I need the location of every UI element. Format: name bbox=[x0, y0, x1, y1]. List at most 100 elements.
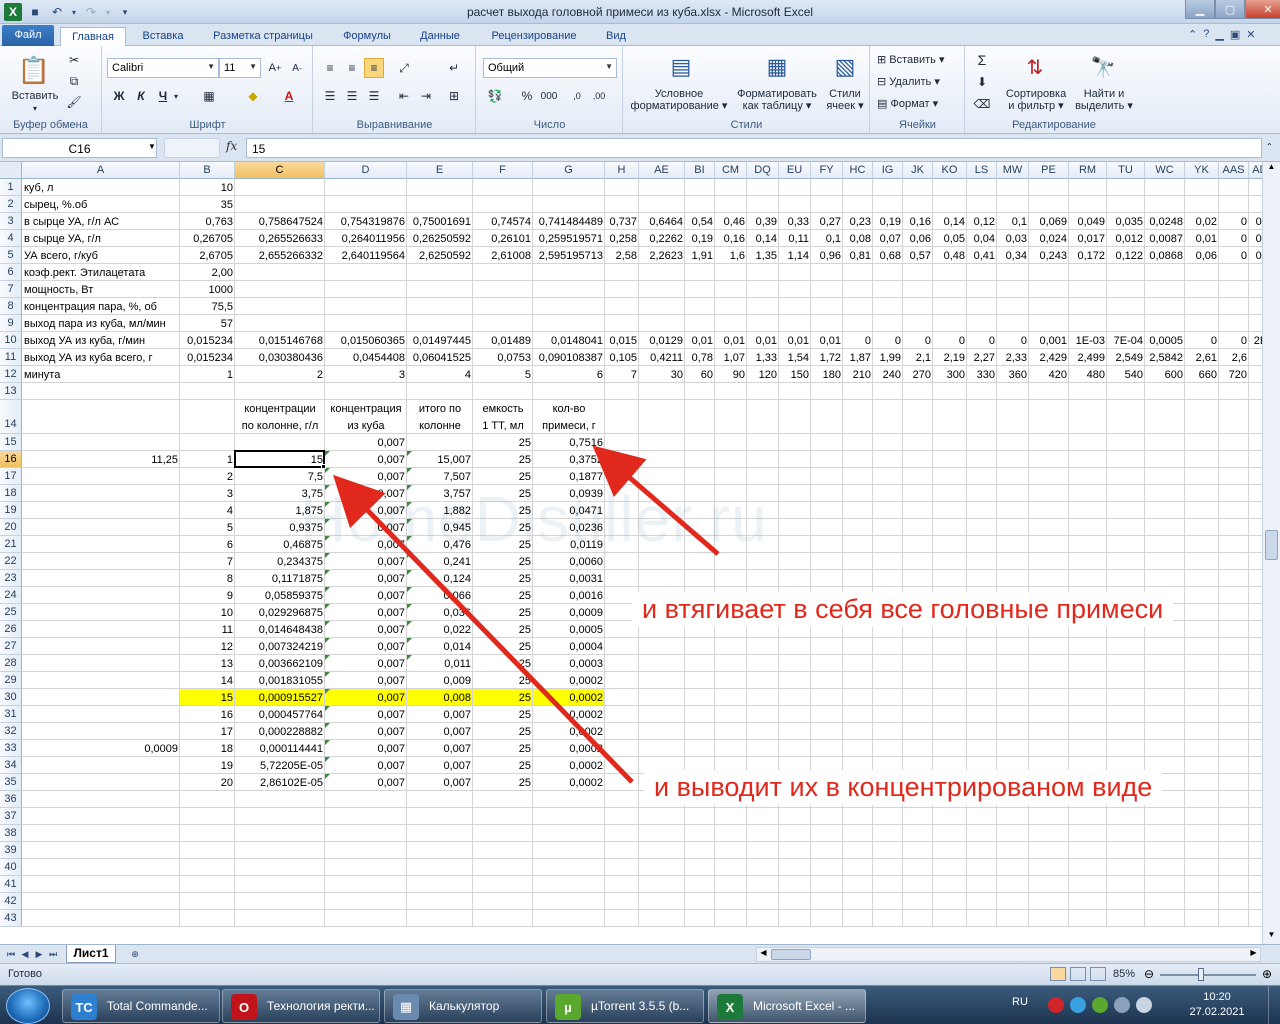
row-header-1[interactable]: 1 bbox=[0, 179, 22, 196]
cell-b5[interactable]: 2,6705 bbox=[180, 250, 235, 262]
cell-a5[interactable]: УА всего, г/куб bbox=[22, 250, 180, 262]
cell-yk4[interactable]: 0,01 bbox=[1185, 233, 1219, 245]
cell-b3[interactable]: 0,763 bbox=[180, 216, 235, 228]
tray-volume-icon[interactable] bbox=[1136, 997, 1152, 1013]
cell-tu3[interactable]: 0,035 bbox=[1107, 216, 1145, 228]
row-header-41[interactable]: 41 bbox=[0, 876, 22, 893]
cell-e23[interactable]: 0,124 bbox=[407, 573, 473, 585]
cell-g15[interactable]: 0,7516 bbox=[533, 437, 605, 449]
cell-b9[interactable]: 57 bbox=[180, 318, 235, 330]
underline-button[interactable]: Ч bbox=[153, 86, 173, 106]
cell-tu5[interactable]: 0,122 bbox=[1107, 250, 1145, 262]
row-header-6[interactable]: 6 bbox=[0, 264, 22, 281]
prev-sheet-icon[interactable]: ◀ bbox=[18, 947, 32, 961]
column-header-mw[interactable]: MW bbox=[997, 162, 1029, 179]
borders-icon[interactable]: ▦ bbox=[199, 86, 219, 106]
taskbar-item-4[interactable]: µ µTorrent 3.5.5 (b... bbox=[546, 989, 704, 1023]
cell-f12[interactable]: 5 bbox=[473, 369, 533, 381]
cell-f18[interactable]: 25 bbox=[473, 488, 533, 500]
cell-e21[interactable]: 0,476 bbox=[407, 539, 473, 551]
align-left-icon[interactable]: ☰ bbox=[320, 86, 340, 106]
cell-a11[interactable]: выход УА из куба всего, г bbox=[22, 352, 180, 364]
row-header-27[interactable]: 27 bbox=[0, 638, 22, 655]
cell-e20[interactable]: 0,945 bbox=[407, 522, 473, 534]
fill-icon[interactable]: ⬇ bbox=[972, 72, 992, 92]
page-layout-view-icon[interactable] bbox=[1070, 967, 1086, 981]
cell-e26[interactable]: 0,022 bbox=[407, 624, 473, 636]
zoom-slider[interactable] bbox=[1160, 974, 1256, 976]
cell-ae11[interactable]: 0,4211 bbox=[639, 352, 685, 364]
cell-c20[interactable]: 0,9375 bbox=[235, 522, 325, 534]
cell-c31[interactable]: 0,000457764 bbox=[235, 709, 325, 721]
paste-dropdown-icon[interactable]: ▾ bbox=[28, 103, 42, 115]
cell-fy3[interactable]: 0,27 bbox=[811, 216, 843, 228]
cell-b21[interactable]: 6 bbox=[180, 539, 235, 551]
row-header-37[interactable]: 37 bbox=[0, 808, 22, 825]
column-header-wc[interactable]: WC bbox=[1145, 162, 1185, 179]
clear-icon[interactable]: ⌫ bbox=[972, 94, 992, 114]
paste-icon[interactable]: 📋 bbox=[16, 52, 52, 88]
taskbar-item-2[interactable]: O Технология ректи... bbox=[222, 989, 380, 1023]
cell-h12[interactable]: 7 bbox=[605, 369, 639, 381]
cell-jk3[interactable]: 0,16 bbox=[903, 216, 933, 228]
copy-icon[interactable]: ⧉ bbox=[64, 71, 84, 91]
cell-d26[interactable]: 0,007 bbox=[325, 624, 407, 636]
cell-bi11[interactable]: 0,78 bbox=[685, 352, 715, 364]
cell-f4[interactable]: 0,26101 bbox=[473, 233, 533, 245]
cell-hc12[interactable]: 210 bbox=[843, 369, 873, 381]
cell-e32[interactable]: 0,007 bbox=[407, 726, 473, 738]
cell-c10[interactable]: 0,015146768 bbox=[235, 335, 325, 347]
cell-ls11[interactable]: 2,27 bbox=[967, 352, 997, 364]
cell-pe11[interactable]: 2,429 bbox=[1029, 352, 1069, 364]
row-header-38[interactable]: 38 bbox=[0, 825, 22, 842]
grow-font-icon[interactable]: A + bbox=[265, 58, 285, 78]
cell-hc3[interactable]: 0,23 bbox=[843, 216, 873, 228]
cell-ig4[interactable]: 0,07 bbox=[873, 233, 903, 245]
cell-styles-icon[interactable]: ▧ bbox=[828, 52, 862, 82]
cell-b8[interactable]: 75,5 bbox=[180, 301, 235, 313]
cell-rm3[interactable]: 0,049 bbox=[1069, 216, 1107, 228]
cell-c23[interactable]: 0,1171875 bbox=[235, 573, 325, 585]
cell-b7[interactable]: 1000 bbox=[180, 284, 235, 296]
cell-g5[interactable]: 2,595195713 bbox=[533, 250, 605, 262]
tab-formulas[interactable]: Формулы bbox=[334, 27, 400, 46]
row-header-16[interactable]: 16 bbox=[0, 451, 22, 468]
name-box-dropdown-icon[interactable]: ▼ bbox=[148, 142, 156, 151]
cell-ig3[interactable]: 0,19 bbox=[873, 216, 903, 228]
tray-connection-icon[interactable] bbox=[1114, 997, 1130, 1013]
cell-b34[interactable]: 19 bbox=[180, 760, 235, 772]
cell-f30[interactable]: 25 bbox=[473, 692, 533, 704]
number-format-combo[interactable]: Общий ▼ bbox=[483, 58, 617, 78]
cell-g11[interactable]: 0,090108387 bbox=[533, 352, 605, 364]
cell-b20[interactable]: 5 bbox=[180, 522, 235, 534]
normal-view-icon[interactable] bbox=[1050, 967, 1066, 981]
cell-f28[interactable]: 25 bbox=[473, 658, 533, 670]
row-header-39[interactable]: 39 bbox=[0, 842, 22, 859]
sort-filter-button[interactable]: Сортировка и фильтр ▾ bbox=[1000, 88, 1072, 112]
cell-d29[interactable]: 0,007 bbox=[325, 675, 407, 687]
cell-f31[interactable]: 25 bbox=[473, 709, 533, 721]
cell-a10[interactable]: выход УА из куба, г/мин bbox=[22, 335, 180, 347]
cell-f22[interactable]: 25 bbox=[473, 556, 533, 568]
cell-ada12[interactable]: 78 bbox=[1249, 369, 1262, 381]
cell-tu4[interactable]: 0,012 bbox=[1107, 233, 1145, 245]
cell-h4[interactable]: 0,258 bbox=[605, 233, 639, 245]
tab-view[interactable]: Вид bbox=[596, 27, 636, 46]
row-header-32[interactable]: 32 bbox=[0, 723, 22, 740]
cell-b29[interactable]: 14 bbox=[180, 675, 235, 687]
column-header-d[interactable]: D bbox=[325, 162, 407, 179]
cell-aas12[interactable]: 720 bbox=[1219, 369, 1249, 381]
cell-dq12[interactable]: 120 bbox=[747, 369, 779, 381]
tab-home[interactable]: Главная bbox=[60, 27, 126, 47]
row-header-42[interactable]: 42 bbox=[0, 893, 22, 910]
cell-tu10[interactable]: 7E-04 bbox=[1107, 335, 1145, 347]
cell-cm10[interactable]: 0,01 bbox=[715, 335, 747, 347]
row-header-26[interactable]: 26 bbox=[0, 621, 22, 638]
column-header-ae[interactable]: AE bbox=[639, 162, 685, 179]
cell-wc11[interactable]: 2,5842 bbox=[1145, 352, 1185, 364]
row-header-21[interactable]: 21 bbox=[0, 536, 22, 553]
cell-e17[interactable]: 7,507 bbox=[407, 471, 473, 483]
cell-hc4[interactable]: 0,08 bbox=[843, 233, 873, 245]
row-header-23[interactable]: 23 bbox=[0, 570, 22, 587]
cell-wc3[interactable]: 0,0248 bbox=[1145, 216, 1185, 228]
